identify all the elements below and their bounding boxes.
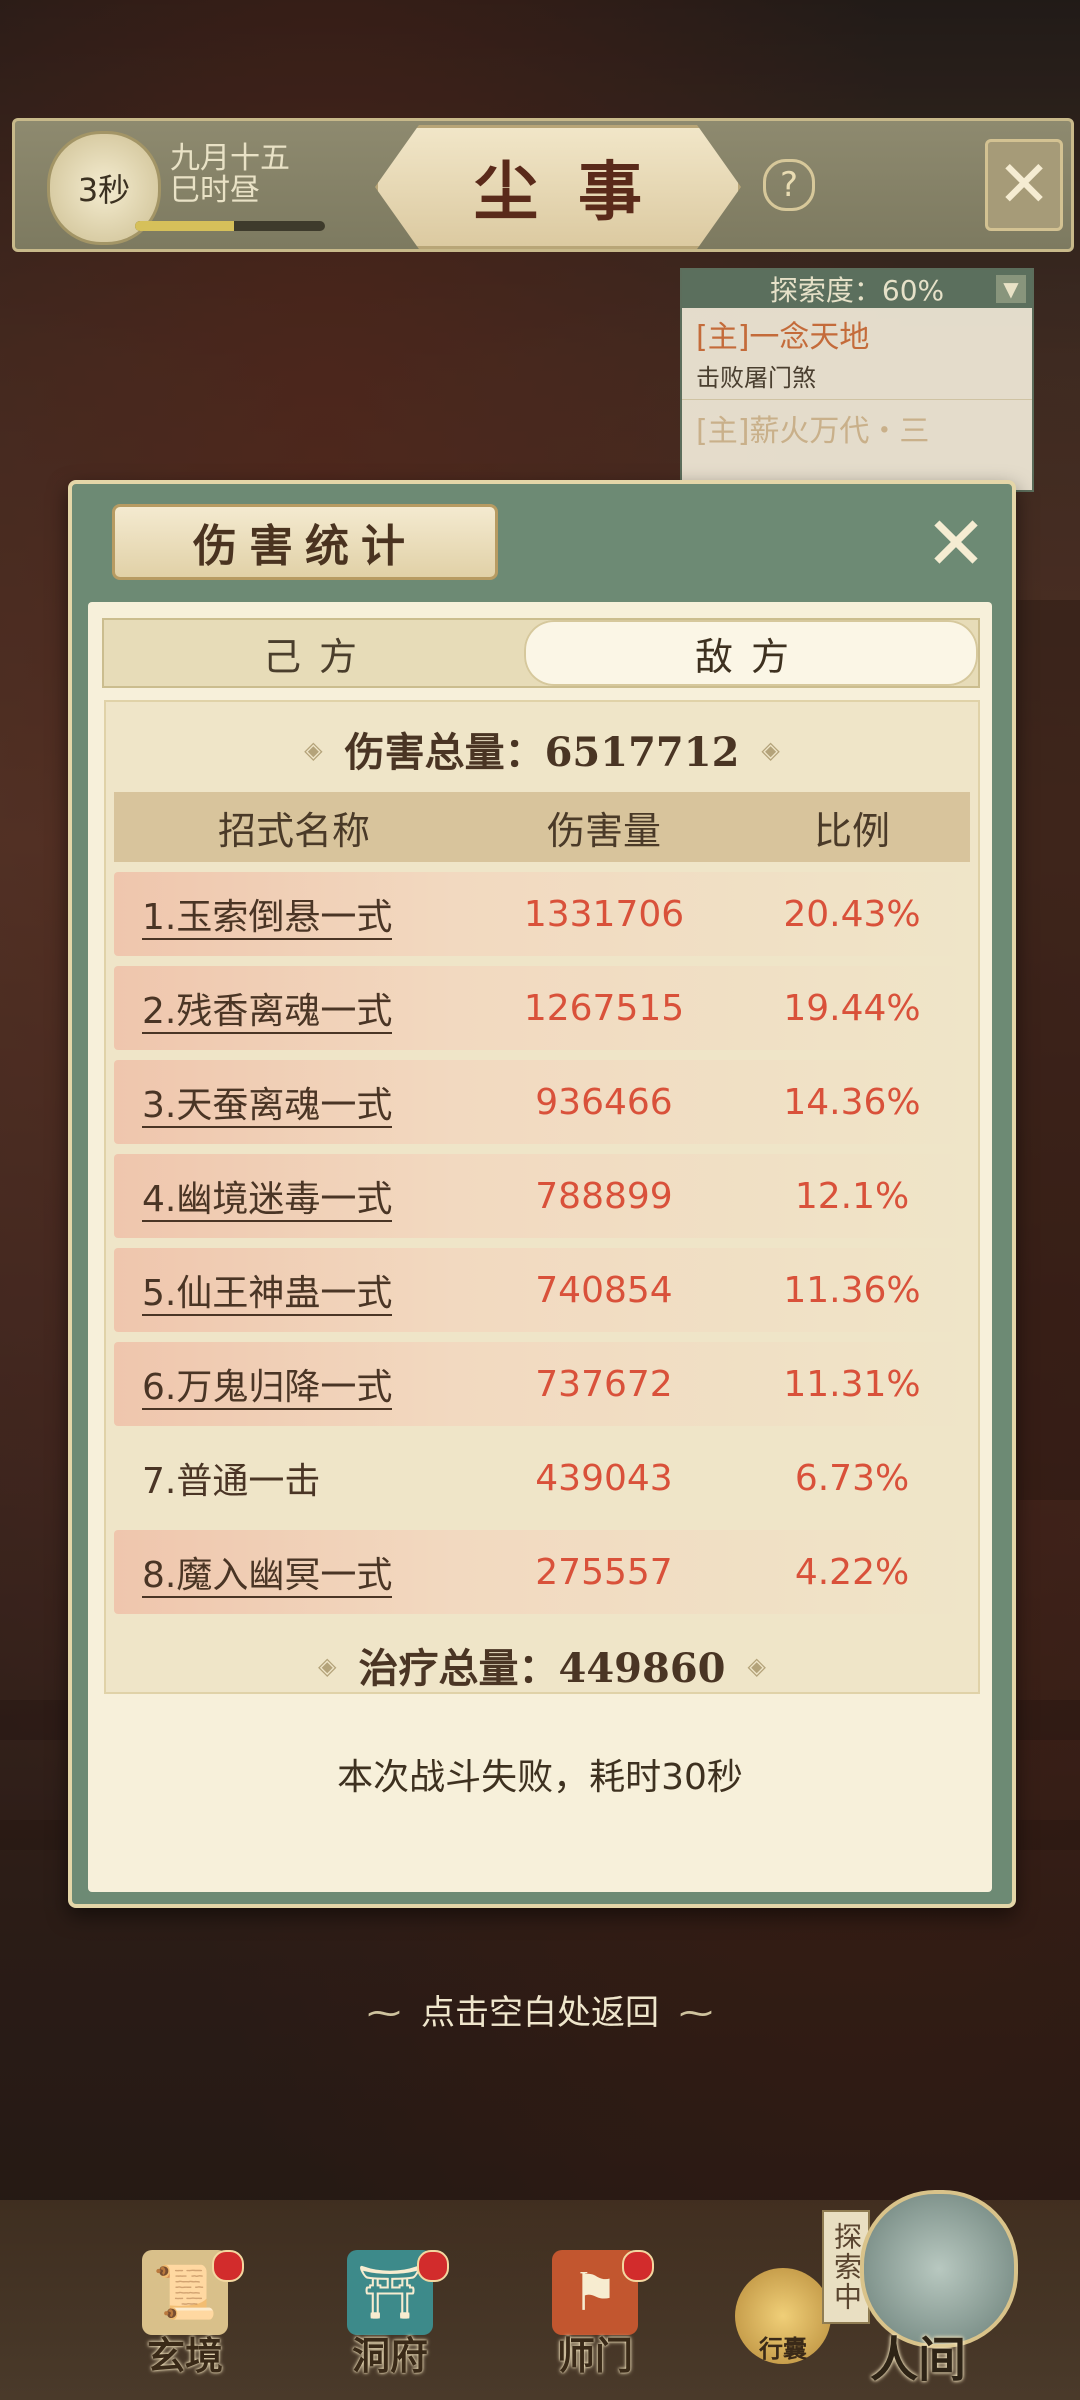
nav-item-xuanjing[interactable]: 📜 玄境: [120, 2250, 250, 2380]
page-title: 尘事: [474, 155, 682, 230]
ratio-value: 20.43%: [783, 893, 921, 935]
skill-name-link[interactable]: 5.仙王神蛊一式: [114, 1264, 474, 1316]
ratio-value: 19.44%: [783, 987, 921, 1029]
damage-value: 1267515: [523, 987, 685, 1029]
top-bar: 3秒 九月十五 巳时昼 尘事 ? ✕: [12, 118, 1074, 252]
dialog-body: 己方 敌方 ◈ 伤害总量：6517712 ◈ 招式名称 伤害量 比例 1.玉索倒…: [88, 602, 992, 1892]
quest-subtitle: 击败屠门煞: [682, 356, 1032, 400]
damage-value: 936466: [535, 1081, 673, 1123]
damage-stats-dialog: 伤害统计 ✕ 己方 敌方 ◈ 伤害总量：6517712 ◈ 招式名称 伤害量 比…: [68, 480, 1016, 1908]
ratio-value: 11.31%: [783, 1363, 921, 1405]
stats-list[interactable]: ◈ 伤害总量：6517712 ◈ 招式名称 伤害量 比例 1.玉索倒悬一式 13…: [104, 700, 980, 1694]
skill-name-link[interactable]: 6.万鬼归降一式: [114, 1358, 474, 1410]
side-tabs: 己方 敌方: [102, 618, 980, 688]
notification-dot: [622, 2250, 654, 2282]
nav-item-dongfu[interactable]: ⛩ 洞府: [325, 2250, 455, 2380]
explore-progress: 探索度：60%: [769, 274, 945, 307]
nav-label: 洞府: [351, 2333, 428, 2378]
diamond-icon: ◈: [304, 734, 323, 764]
table-row: 7.普通一击 439043 6.73%: [114, 1436, 970, 1520]
ratio-value: 12.1%: [794, 1175, 910, 1217]
table-row: 8.魔入幽冥一式 275557 4.22%: [114, 1530, 970, 1614]
nav-label: 玄境: [146, 2333, 223, 2378]
nav-item-shimen[interactable]: ⚑ 师门: [530, 2250, 660, 2380]
skill-name-link[interactable]: 1.玉索倒悬一式: [114, 888, 474, 940]
table-row: 6.万鬼归降一式 737672 11.31%: [114, 1342, 970, 1426]
damage-value: 439043: [535, 1457, 673, 1499]
skill-name: 7.普通一击: [142, 1461, 321, 1502]
tap-to-return-hint[interactable]: ⁓ 点击空白处返回 ⁓: [0, 1985, 1080, 2034]
time-line: 巳时昼: [170, 173, 260, 208]
diamond-icon: ◈: [747, 1650, 766, 1680]
skill-name-link[interactable]: 3.天蚕离魂一式: [114, 1076, 474, 1128]
quest-title[interactable]: [主]薪火万代・三: [682, 400, 1032, 450]
ratio-value: 4.22%: [794, 1551, 910, 1593]
chevron-down-icon[interactable]: ▼: [996, 275, 1026, 303]
quest-title[interactable]: [主]一念天地: [682, 308, 1032, 356]
ratio-value: 11.36%: [783, 1269, 921, 1311]
damage-value: 1331706: [523, 893, 685, 935]
swirl-icon: ⁓: [679, 1993, 713, 2033]
quest-panel-header: 探索度：60% ▼: [682, 270, 1032, 308]
damage-value: 740854: [535, 1269, 673, 1311]
column-header: 比例: [813, 808, 890, 853]
column-header: 招式名称: [217, 808, 370, 853]
damage-value: 275557: [535, 1551, 673, 1593]
diamond-icon: ◈: [318, 1650, 337, 1680]
bag-label: 行囊: [759, 2335, 807, 2363]
table-row: 4.幽境迷毒一式 788899 12.1%: [114, 1154, 970, 1238]
swirl-icon: ⁓: [367, 1993, 401, 2033]
battle-result-text: 本次战斗失败，耗时30秒: [337, 1757, 743, 1798]
ratio-value: 14.36%: [783, 1081, 921, 1123]
tab-own-side[interactable]: 己方: [104, 620, 534, 686]
table-row: 3.天蚕离魂一式 936466 14.36%: [114, 1060, 970, 1144]
dialog-title: 伤害统计: [193, 521, 417, 572]
skill-name-link[interactable]: 4.幽境迷毒一式: [114, 1170, 474, 1222]
damage-total-label: 伤害总量：6517712: [344, 729, 740, 776]
game-date: 九月十五 巳时昼: [170, 143, 290, 207]
heal-total: ◈ 治疗总量：449860 ◈: [106, 1630, 978, 1692]
table-header: 招式名称 伤害量 比例: [114, 792, 970, 862]
damage-total: ◈ 伤害总量：6517712 ◈: [106, 714, 978, 784]
table-row: 5.仙王神蛊一式 740854 11.36%: [114, 1248, 970, 1332]
dialog-title-plate: 伤害统计: [112, 504, 498, 580]
diamond-icon: ◈: [761, 734, 780, 764]
ratio-value: 6.73%: [794, 1457, 910, 1499]
table-row: 1.玉索倒悬一式 1331706 20.43%: [114, 872, 970, 956]
skill-name-link[interactable]: 8.魔入幽冥一式: [114, 1546, 474, 1598]
bag-button[interactable]: 行囊: [735, 2268, 831, 2364]
close-icon[interactable]: ✕: [924, 501, 988, 587]
page-title-plate: 尘事: [375, 125, 741, 249]
help-button[interactable]: ?: [763, 159, 815, 211]
quest-panel[interactable]: 探索度：60% ▼ [主]一念天地 击败屠门煞 [主]薪火万代・三: [680, 268, 1034, 492]
column-header: 伤害量: [546, 808, 661, 853]
heal-total-label: 治疗总量：449860: [358, 1645, 726, 1692]
damage-value: 737672: [535, 1363, 673, 1405]
notification-dot: [212, 2250, 244, 2282]
table-body: 1.玉索倒悬一式 1331706 20.43% 2.残香离魂一式 1267515…: [114, 872, 970, 1624]
human-world-label[interactable]: 人间: [870, 2320, 966, 2390]
damage-value: 788899: [535, 1175, 673, 1217]
nav-label: 师门: [556, 2333, 633, 2378]
skill-name-link[interactable]: 2.残香离魂一式: [114, 982, 474, 1034]
table-row: 2.残香离魂一式 1267515 19.44%: [114, 966, 970, 1050]
close-icon[interactable]: ✕: [985, 139, 1063, 231]
day-progress-fill: [135, 221, 234, 231]
date-line: 九月十五: [170, 141, 290, 176]
back-hint-label: 点击空白处返回: [421, 1993, 659, 2033]
tab-enemy-side[interactable]: 敌方: [524, 620, 978, 686]
day-progress-bar: [135, 221, 325, 231]
notification-dot: [417, 2250, 449, 2282]
